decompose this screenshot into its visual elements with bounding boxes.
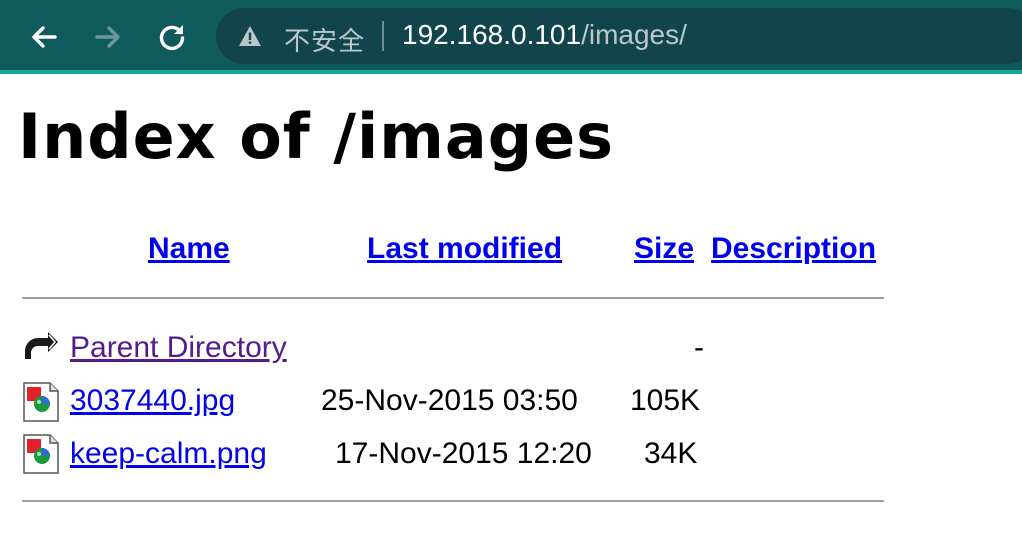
back-button[interactable] (26, 19, 62, 55)
image-file-icon (23, 382, 59, 422)
back-icon (25, 332, 58, 359)
page-title: Index of /images (18, 100, 615, 173)
header-divider (22, 297, 884, 299)
browser-toolbar: 不安全 192.168.0.101/images/ (0, 0, 1022, 74)
reload-icon (159, 25, 185, 51)
arrow-left-icon (32, 26, 57, 48)
security-status-text[interactable]: 不安全 (284, 21, 365, 58)
reload-button[interactable] (154, 19, 190, 55)
sort-by-name-link[interactable]: Name (148, 232, 230, 266)
image-file-icon (23, 434, 59, 474)
url-host: 192.168.0.101 (402, 19, 582, 50)
warning-icon (239, 26, 261, 46)
forward-button[interactable] (90, 19, 126, 55)
sort-by-last-modified-link[interactable]: Last modified (367, 232, 562, 266)
file-link[interactable]: 3037440.jpg (70, 384, 235, 418)
divider (382, 21, 384, 51)
modified-cell: 17-Nov-2015 12:20 (335, 437, 592, 470)
size-cell: - (694, 331, 704, 364)
arrow-right-icon (95, 26, 120, 48)
url-text[interactable]: 192.168.0.101/images/ (402, 19, 687, 51)
url-path: /images/ (581, 19, 687, 50)
modified-cell: 25-Nov-2015 03:50 (321, 384, 578, 417)
sort-by-size-link[interactable]: Size (634, 232, 694, 266)
size-cell: 34K (644, 437, 698, 470)
address-bar[interactable]: 不安全 192.168.0.101/images/ (216, 8, 1022, 64)
footer-divider (22, 500, 884, 502)
file-link[interactable]: keep-calm.png (70, 437, 267, 471)
sort-by-description-link[interactable]: Description (711, 232, 876, 266)
parent-directory-link[interactable]: Parent Directory (70, 331, 287, 365)
size-cell: 105K (630, 384, 701, 417)
